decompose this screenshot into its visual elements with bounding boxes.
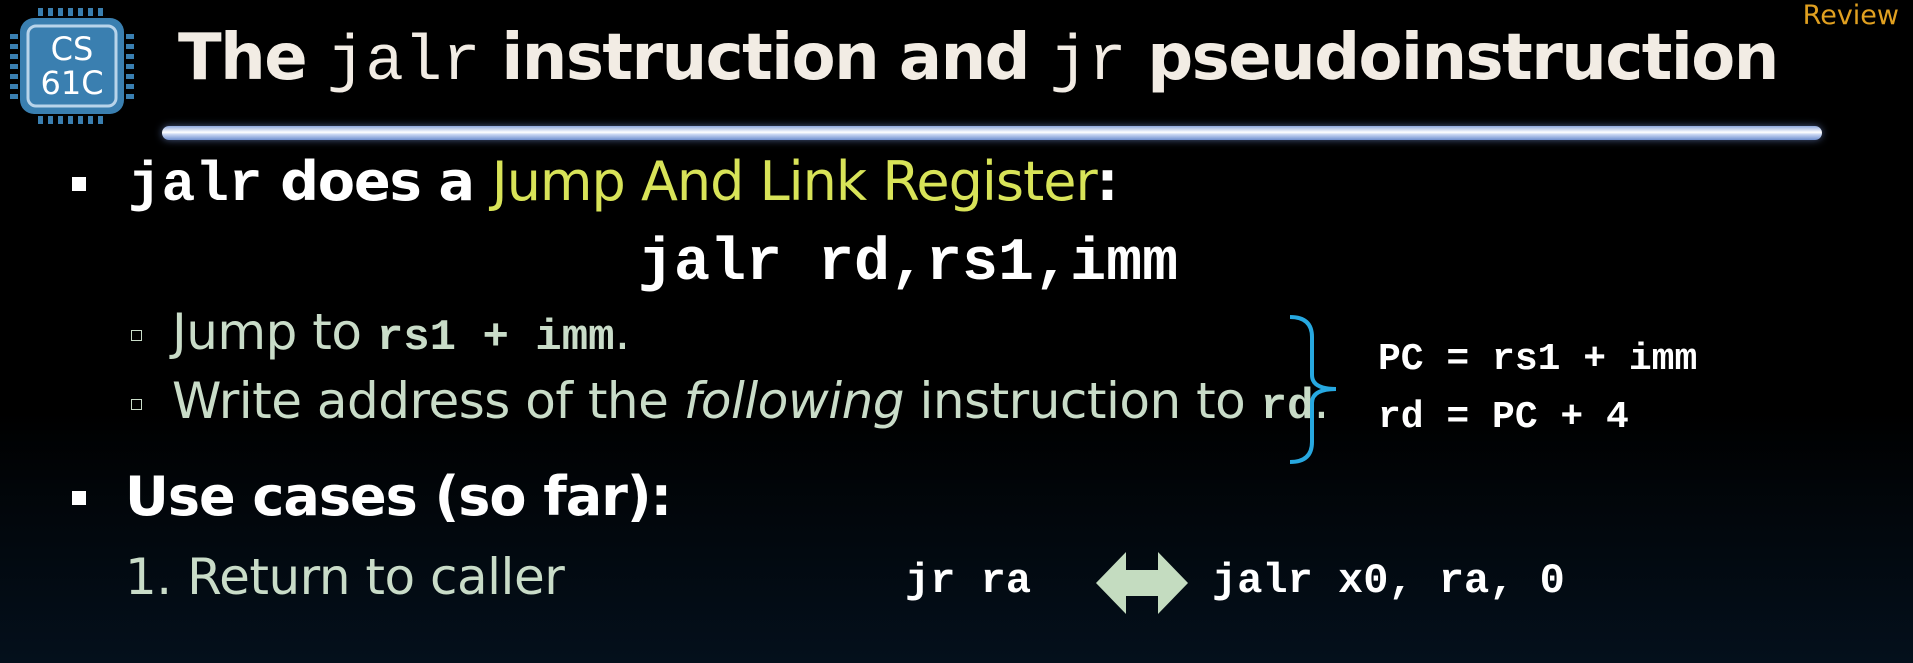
- sub1-code: rs1 + imm: [376, 313, 615, 363]
- sub2-pre: Write address of the: [172, 372, 684, 430]
- bullet-text: does a: [262, 150, 492, 213]
- sub1-pre: Jump to: [172, 303, 377, 361]
- real-instruction: jalr x0, ra, 0: [1212, 557, 1565, 605]
- cs61c-logo: CS 61C: [8, 6, 136, 126]
- sub2-mid: instruction to: [904, 372, 1261, 430]
- bullet-marker: [72, 491, 86, 505]
- sub2-italic: following: [683, 372, 905, 430]
- sub-bullet-jump: Jump to rs1 + imm.: [172, 303, 630, 363]
- sub-bullet-marker: [131, 399, 142, 410]
- double-arrow-icon: [1096, 552, 1188, 614]
- bullet-marker: [72, 177, 86, 191]
- title-mid: instruction and: [480, 21, 1050, 95]
- bullet-code: jalr: [128, 153, 263, 217]
- pseudo-instruction: jr ra: [905, 557, 1032, 605]
- logo-line2: 61C: [40, 64, 104, 102]
- sub-bullet-marker: [131, 330, 142, 341]
- equation-rd: rd = PC + 4: [1378, 396, 1629, 439]
- right-brace-icon: [1289, 315, 1337, 464]
- bullet-tail: :: [1096, 150, 1119, 213]
- sub-bullet-write: Write address of the following instructi…: [172, 372, 1329, 432]
- sub1-post: .: [614, 303, 631, 361]
- review-tag: Review: [1802, 0, 1899, 31]
- title-code-jr: jr: [1049, 27, 1127, 99]
- bullet-use-cases: Use cases (so far):: [125, 465, 672, 528]
- syntax-line: jalr rd,rs1,imm: [638, 230, 1179, 298]
- use-case-label: Return to caller: [187, 548, 565, 606]
- title-underline: [162, 126, 1822, 140]
- use-case-item: 1. Return to caller: [125, 548, 565, 606]
- bullet-jalr: jalr does a Jump And Link Register:: [128, 150, 1119, 217]
- title-post: pseudoinstruction: [1126, 21, 1779, 95]
- page-title: The jalr instruction and jr pseudoinstru…: [178, 18, 1779, 103]
- title-pre: The: [178, 21, 327, 95]
- title-code-jalr: jalr: [326, 27, 481, 99]
- use-case-number: 1.: [125, 548, 172, 606]
- logo-line1: CS: [50, 30, 94, 68]
- bullet-highlight: Jump And Link Register: [491, 150, 1098, 213]
- equation-pc: PC = rs1 + imm: [1378, 338, 1698, 381]
